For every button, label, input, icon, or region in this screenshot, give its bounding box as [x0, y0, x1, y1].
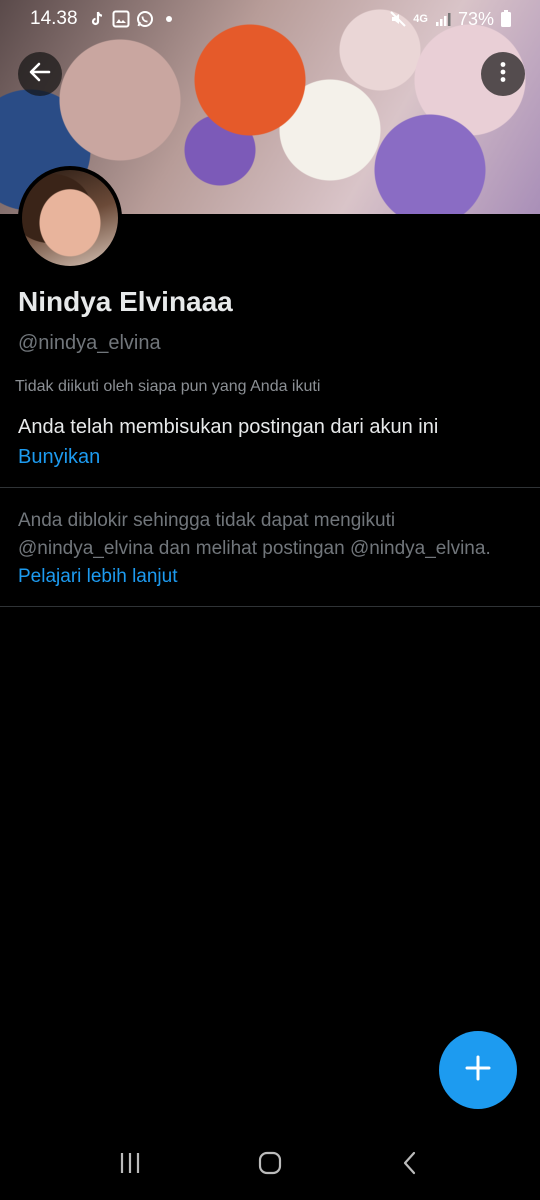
blocked-message: Anda diblokir sehingga tidak dapat mengi…	[18, 510, 491, 559]
recents-icon	[117, 1150, 143, 1181]
unmute-link[interactable]: Bunyikan	[18, 446, 100, 469]
arrow-left-icon	[27, 59, 53, 90]
compose-button[interactable]	[439, 1031, 517, 1109]
battery-icon	[500, 10, 518, 28]
home-button[interactable]	[250, 1145, 290, 1185]
system-nav-bar	[0, 1130, 540, 1200]
divider	[0, 487, 540, 488]
followed-by-text: Tidak diikuti oleh siapa pun yang Anda i…	[15, 378, 321, 395]
avatar[interactable]	[18, 166, 122, 270]
whatsapp-icon	[136, 10, 154, 28]
blocked-notice: Anda diblokir sehingga tidak dapat mengi…	[18, 507, 513, 591]
mute-icon	[389, 10, 407, 28]
notification-dot-icon	[165, 16, 172, 22]
chevron-left-icon	[397, 1150, 423, 1181]
divider	[0, 606, 540, 607]
signal-icon	[434, 10, 452, 28]
tiktok-icon	[88, 10, 106, 28]
profile-name: Nindya Elvinaaa	[18, 286, 233, 317]
status-bar: 14.38 4G 73%	[0, 0, 540, 38]
profile-info: Nindya Elvinaaa @nindya_elvina	[18, 286, 522, 355]
battery-percent: 73%	[457, 8, 494, 29]
muted-message: Anda telah membisukan postingan dari aku…	[18, 416, 439, 438]
plus-icon	[463, 1053, 493, 1088]
profile-handle: @nindya_elvina	[18, 332, 161, 354]
status-time: 14.38	[30, 8, 78, 29]
status-bar-left: 14.38	[30, 8, 172, 30]
back-button[interactable]	[18, 52, 62, 96]
status-bar-right: 4G 73%	[389, 9, 518, 30]
network-type: 4G	[413, 13, 428, 25]
nav-back-button[interactable]	[390, 1145, 430, 1185]
home-icon	[257, 1150, 283, 1181]
learn-more-link[interactable]: Pelajari lebih lanjut	[18, 566, 178, 587]
more-vertical-icon	[490, 59, 516, 90]
gallery-icon	[112, 10, 130, 28]
more-options-button[interactable]	[481, 52, 525, 96]
recents-button[interactable]	[110, 1145, 150, 1185]
